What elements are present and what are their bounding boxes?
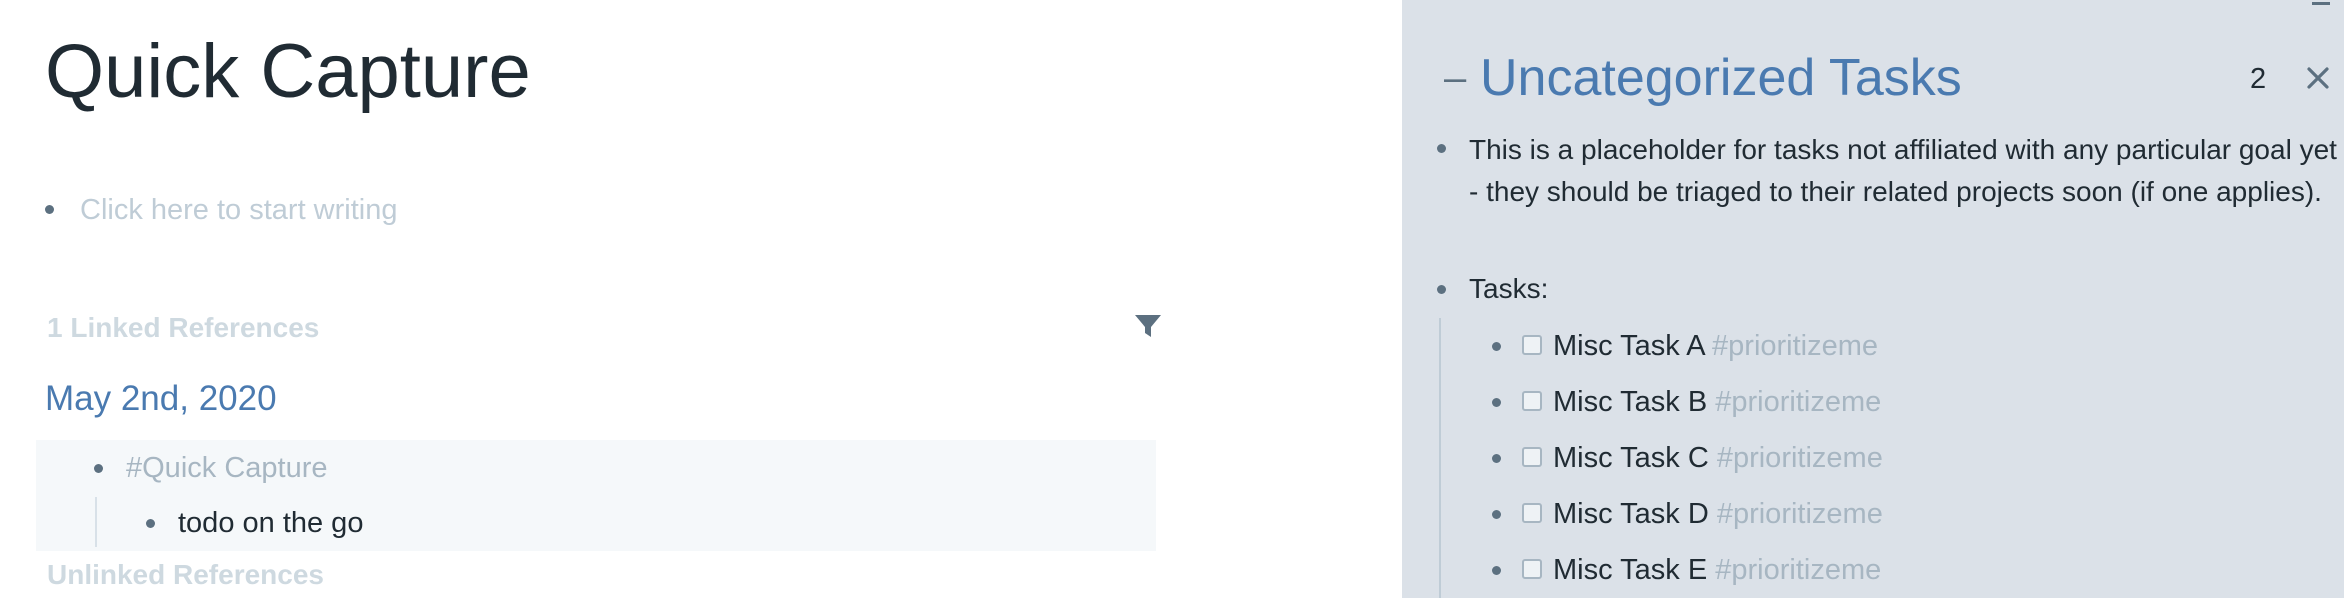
app-window: Quick Capture Click here to start writin… [0,0,2344,598]
bullet-icon[interactable] [146,519,155,528]
reference-page-link[interactable]: May 2nd, 2020 [45,377,277,421]
page-title[interactable]: Quick Capture [45,22,531,122]
task-name: Misc Task B [1553,386,1708,418]
bullet-icon[interactable] [45,205,54,214]
task-item: Misc Task A #prioritizeme [1492,326,2192,368]
task-item: Misc Task E #prioritizeme [1492,550,2192,592]
bullet-icon[interactable] [1492,398,1501,407]
description-block[interactable]: This is a placeholder for tasks not affi… [1469,129,2339,213]
bullet-icon[interactable] [1437,285,1446,294]
task-name: Misc Task D [1553,498,1709,530]
thread-line [1439,318,1441,598]
task-item: Misc Task D #prioritizeme [1492,494,2192,536]
task-text[interactable]: Misc Task A #prioritizeme [1553,326,1878,366]
collapse-icon[interactable]: – [1444,58,1466,98]
task-tag-link[interactable]: #prioritizeme [1715,386,1881,418]
reference-block: #Quick Capture todo on the go [36,440,1156,551]
bullet-icon[interactable] [1492,342,1501,351]
unlinked-references-heading[interactable]: Unlinked References [47,557,324,593]
task-item: Misc Task C #prioritizeme [1492,438,2192,480]
tasks-block[interactable]: Tasks: [1469,268,1548,310]
right-sidebar: – Uncategorized Tasks 2 This is a placeh… [1402,0,2344,598]
reference-child-block[interactable]: todo on the go [178,505,363,541]
bullet-icon[interactable] [94,464,103,473]
minimize-icon[interactable] [2312,2,2330,5]
filter-icon[interactable] [1133,311,1163,341]
sidebar-page-title[interactable]: Uncategorized Tasks [1480,48,1962,108]
thread-line [95,497,97,547]
bullet-icon[interactable] [1492,510,1501,519]
task-checkbox[interactable] [1522,391,1542,411]
bullet-icon[interactable] [1492,566,1501,575]
task-name: Misc Task A [1553,330,1704,362]
task-name: Misc Task E [1553,554,1708,586]
task-checkbox[interactable] [1522,447,1542,467]
reference-tag-link[interactable]: #Quick Capture [126,450,328,486]
task-tag-link[interactable]: #prioritizeme [1715,554,1881,586]
bullet-icon[interactable] [1437,144,1446,153]
task-text[interactable]: Misc Task C #prioritizeme [1553,438,1883,478]
task-item: Misc Task B #prioritizeme [1492,382,2192,424]
task-tag-link[interactable]: #prioritizeme [1717,442,1883,474]
main-pane: Quick Capture Click here to start writin… [0,0,1402,598]
bullet-icon[interactable] [1492,454,1501,463]
task-tag-link[interactable]: #prioritizeme [1717,498,1883,530]
task-text[interactable]: Misc Task B #prioritizeme [1553,382,1881,422]
task-text[interactable]: Misc Task E #prioritizeme [1553,550,1881,590]
new-block-placeholder[interactable]: Click here to start writing [80,192,398,228]
task-checkbox[interactable] [1522,335,1542,355]
task-name: Misc Task C [1553,442,1709,474]
task-text[interactable]: Misc Task D #prioritizeme [1553,494,1883,534]
task-tag-link[interactable]: #prioritizeme [1712,330,1878,362]
task-checkbox[interactable] [1522,503,1542,523]
linked-references-heading[interactable]: 1 Linked References [47,310,319,346]
sidebar-count-badge: 2 [2250,63,2267,95]
close-icon[interactable] [2302,62,2334,94]
task-checkbox[interactable] [1522,559,1542,579]
